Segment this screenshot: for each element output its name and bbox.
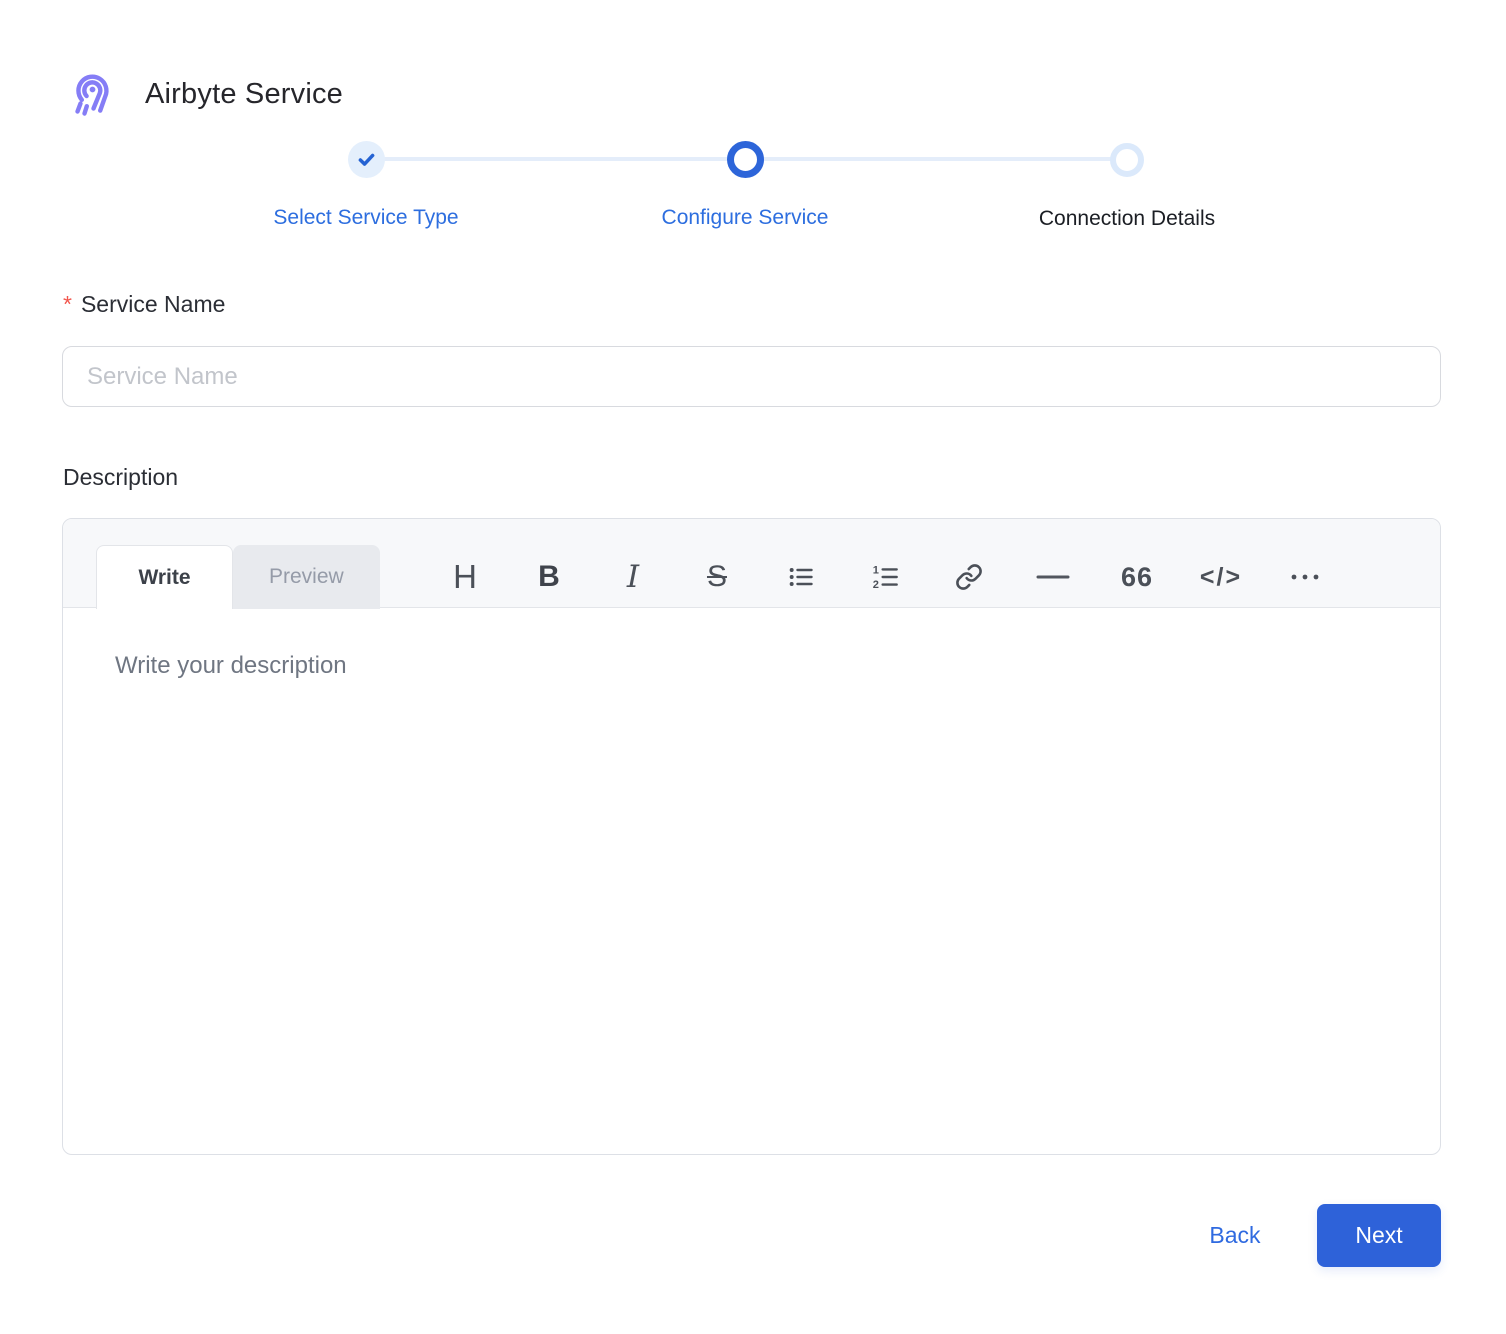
airbyte-service-wizard: Airbyte Service Select Service Type Conf… [0, 0, 1506, 1334]
step-configure-service[interactable]: Configure Service [585, 141, 905, 230]
service-name-input[interactable] [62, 346, 1441, 407]
next-button[interactable]: Next [1317, 1204, 1441, 1267]
more-icon[interactable] [1263, 549, 1347, 605]
step-select-service-type[interactable]: Select Service Type [206, 141, 526, 230]
editor-tabs: Write Preview [96, 545, 380, 609]
strikethrough-icon[interactable]: S [675, 549, 759, 605]
horizontal-rule-icon[interactable] [1011, 549, 1095, 605]
description-textarea[interactable] [63, 608, 1440, 1154]
step-label: Select Service Type [273, 206, 459, 229]
step-label: Connection Details [1038, 207, 1216, 230]
bold-icon[interactable]: B [507, 549, 591, 605]
link-icon[interactable] [927, 549, 1011, 605]
code-icon[interactable]: </> [1179, 549, 1263, 605]
unordered-list-icon[interactable] [759, 549, 843, 605]
step-completed-indicator [347, 141, 385, 178]
quote-icon[interactable]: 66 [1095, 549, 1179, 605]
step-upcoming-indicator [1110, 143, 1144, 177]
italic-icon[interactable]: I [591, 549, 675, 605]
step-active-indicator [726, 141, 764, 178]
tab-write[interactable]: Write [96, 545, 233, 609]
required-asterisk: * [63, 291, 72, 317]
editor-toolbar: H B I S 1 2 66 </> [423, 545, 1347, 609]
service-name-label-text: Service Name [80, 291, 226, 317]
heading-icon[interactable]: H [423, 549, 507, 605]
back-button[interactable]: Back [1177, 1204, 1293, 1267]
tab-preview[interactable]: Preview [233, 545, 380, 609]
step-connection-details[interactable]: Connection Details [967, 142, 1287, 231]
svg-text:2: 2 [873, 579, 879, 591]
description-label: Description [63, 464, 179, 490]
ordered-list-icon[interactable]: 1 2 [843, 549, 927, 605]
check-icon [358, 153, 374, 166]
svg-text:1: 1 [873, 565, 879, 577]
description-markdown-editor: Write Preview H B I S 1 2 66 </> Write y… [62, 518, 1441, 1155]
service-name-label: * Service Name [63, 291, 225, 318]
step-label: Configure Service [661, 206, 829, 229]
wizard-stepper: Select Service Type Configure Service Co… [0, 0, 1506, 240]
